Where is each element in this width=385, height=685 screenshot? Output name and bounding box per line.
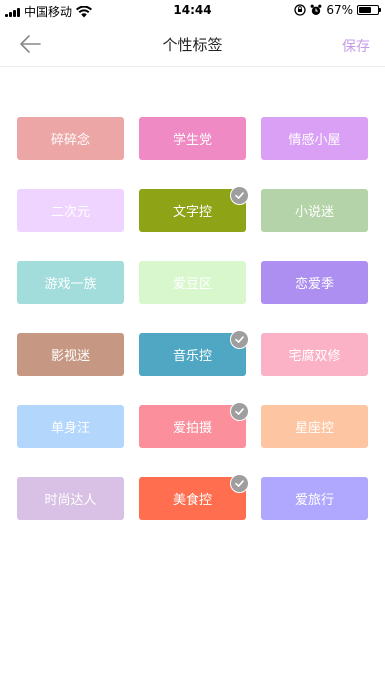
tag-label: 游戏一族	[44, 277, 97, 292]
tag-label: 爱豆区	[172, 277, 212, 292]
tag-item[interactable]: 爱拍摄	[139, 402, 249, 448]
checkmark-icon	[230, 474, 249, 493]
checkmark-icon	[230, 402, 249, 421]
tag-item[interactable]: 情感小屋	[261, 117, 368, 160]
status-bar-right: 67%	[294, 3, 381, 17]
tag-item[interactable]: 宅腐双修	[261, 333, 368, 376]
tag-label: 文字控	[172, 205, 212, 220]
tag-item[interactable]: 文字控	[139, 186, 249, 232]
tag-item[interactable]: 星座控	[261, 405, 368, 448]
tag-label: 小说迷	[294, 205, 334, 220]
tag-item[interactable]: 小说迷	[261, 189, 368, 232]
tag-item[interactable]: 恋爱季	[261, 261, 368, 304]
save-button[interactable]: 保存	[342, 36, 370, 56]
checkmark-icon	[230, 186, 249, 205]
tag-item[interactable]: 游戏一族	[17, 261, 124, 304]
tag-label: 美食控	[172, 493, 212, 508]
battery-icon	[357, 5, 381, 15]
tag-item[interactable]: 时尚达人	[17, 477, 124, 520]
tag-item[interactable]: 音乐控	[139, 330, 249, 376]
tag-label: 单身汪	[50, 421, 90, 436]
tag-label: 情感小屋	[288, 133, 341, 148]
tag-label: 影视迷	[50, 349, 90, 364]
tag-item[interactable]: 美食控	[139, 474, 249, 520]
tag-item[interactable]: 单身汪	[17, 405, 124, 448]
tag-label: 二次元	[50, 205, 90, 220]
checkmark-icon	[230, 330, 249, 349]
tag-label: 学生党	[172, 133, 212, 148]
tag-item[interactable]: 影视迷	[17, 333, 124, 376]
tag-label: 时尚达人	[44, 493, 97, 508]
status-bar: 中国移动 14:44 67%	[0, 0, 385, 20]
tag-grid: 碎碎念 学生党 情感小屋二次元 文字控 小说迷游戏一族 爱豆区 恋爱季影视迷 音乐控 宅腐双修单…	[17, 117, 368, 520]
tag-label: 音乐控	[172, 349, 212, 364]
tag-label: 恋爱季	[294, 277, 334, 292]
tag-label: 碎碎念	[50, 133, 90, 148]
tag-item[interactable]: 学生党	[139, 117, 246, 160]
battery-percent: 67%	[326, 3, 353, 17]
tag-label: 爱旅行	[294, 493, 334, 508]
tag-label: 爱拍摄	[172, 421, 212, 436]
tag-label: 宅腐双修	[288, 349, 341, 364]
tag-item[interactable]: 爱豆区	[139, 261, 246, 304]
tag-item[interactable]: 二次元	[17, 189, 124, 232]
nav-bar: 个性标签 保存	[0, 20, 385, 67]
alarm-icon	[310, 4, 322, 15]
tag-item[interactable]: 碎碎念	[17, 117, 124, 160]
tag-label: 星座控	[294, 421, 334, 436]
tag-item[interactable]: 爱旅行	[261, 477, 368, 520]
rotation-lock-icon	[294, 4, 306, 16]
page-title: 个性标签	[162, 36, 223, 54]
